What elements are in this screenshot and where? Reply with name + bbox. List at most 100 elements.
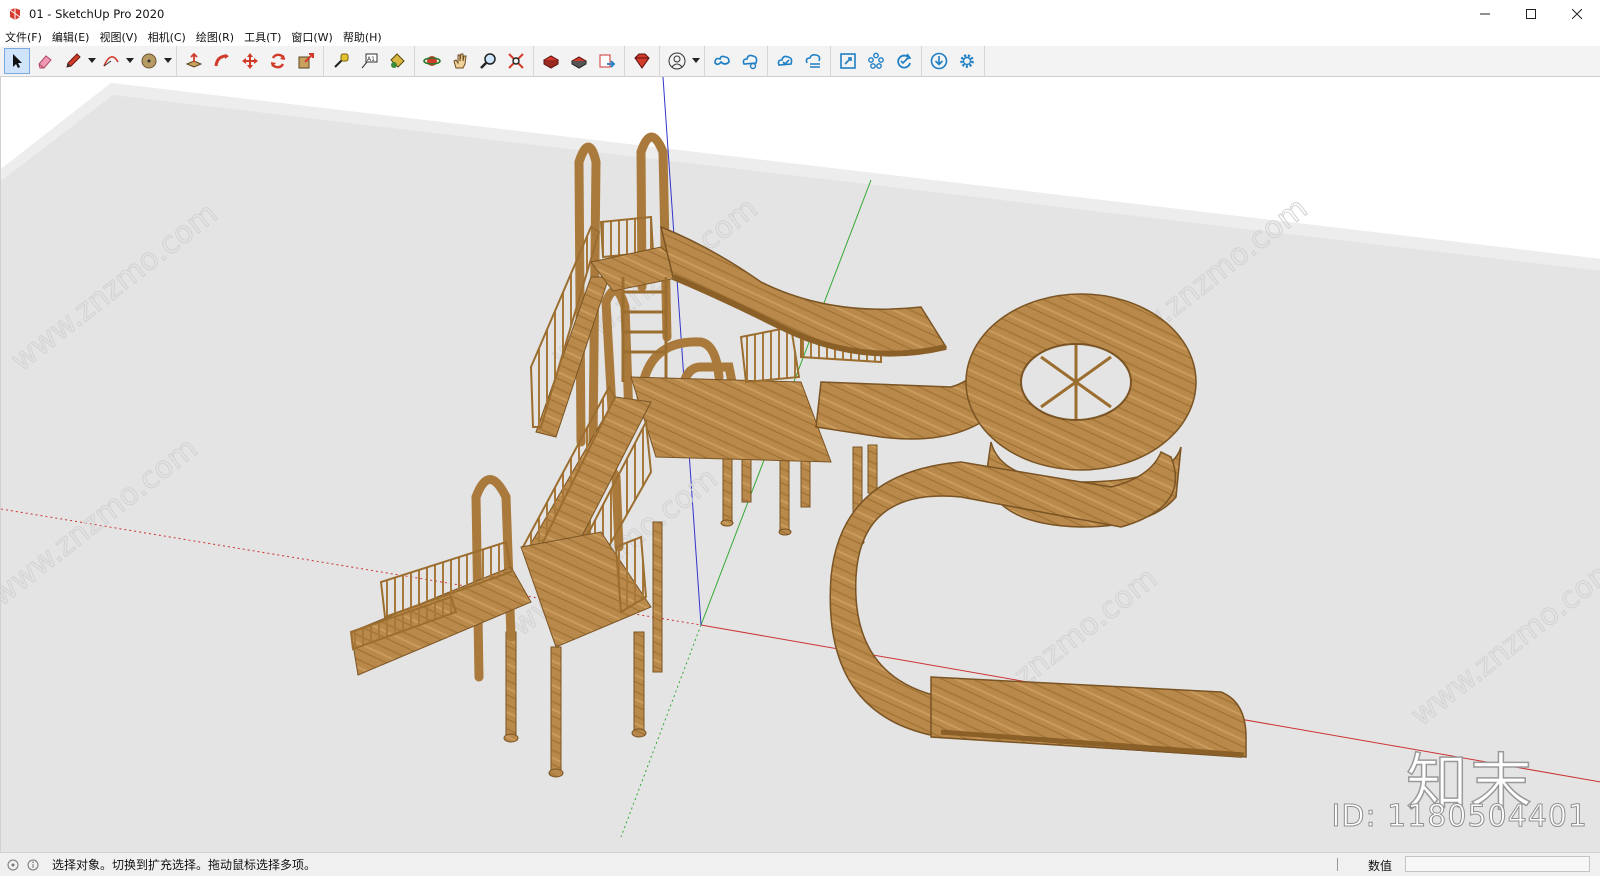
eraser-tool-button[interactable] — [32, 48, 58, 74]
scale-tool-icon — [840, 53, 856, 69]
toolbar-group-cloud — [768, 46, 831, 76]
model-viewport[interactable]: www.znzmo.com www.znzmo.com www.znzmo.co… — [0, 77, 1600, 852]
chevron-down-icon — [692, 58, 700, 63]
paint-bucket-icon — [390, 53, 405, 68]
refresh-button[interactable] — [891, 48, 917, 74]
download-button[interactable] — [926, 48, 952, 74]
chevron-down-icon — [126, 58, 134, 63]
trimble-share-icon — [742, 54, 758, 70]
toolbar-group-camera — [415, 46, 534, 76]
pencil-icon — [66, 53, 81, 68]
follow-me-tool-button[interactable] — [209, 48, 235, 74]
close-icon — [1572, 9, 1582, 19]
window-title: 01 - SketchUp Pro 2020 — [29, 7, 165, 21]
circle-tool-button[interactable] — [136, 48, 162, 74]
push-pull-tool-button[interactable] — [181, 48, 207, 74]
menu-file[interactable]: 文件(F) — [0, 29, 47, 45]
menu-window[interactable]: 窗口(W) — [286, 29, 337, 45]
arc-dropdown-button[interactable] — [125, 48, 135, 74]
menu-edit[interactable]: 编辑(E) — [47, 29, 95, 45]
3d-warehouse-icon — [542, 55, 560, 69]
text-tool-button[interactable]: A1 — [356, 48, 382, 74]
settings-icon — [960, 54, 974, 68]
circle-icon — [141, 53, 157, 69]
pencil-dropdown-button[interactable] — [87, 48, 97, 74]
trimble-connect-button[interactable] — [709, 48, 735, 74]
menu-bar: 文件(F) 编辑(E) 视图(V) 相机(C) 绘图(R) 工具(T) 窗口(W… — [0, 28, 1600, 46]
minimize-icon — [1480, 13, 1490, 15]
title-bar: 01 - SketchUp Pro 2020 — [0, 0, 1600, 28]
menu-tools[interactable]: 工具(T) — [239, 29, 286, 45]
refresh-icon — [897, 53, 912, 69]
components-button[interactable] — [863, 48, 889, 74]
rotate-tool-button[interactable] — [265, 48, 291, 74]
status-hint: 选择对象。切换到扩充选择。拖动鼠标选择多项。 — [52, 858, 317, 872]
toolbar-group-utilities — [831, 46, 922, 76]
menu-draw[interactable]: 绘图(R) — [191, 29, 239, 45]
select-icon — [13, 54, 22, 68]
extension-manager-icon — [634, 53, 650, 69]
window-controls — [1462, 0, 1600, 28]
cloud-list-icon — [805, 54, 821, 68]
minimize-button[interactable] — [1462, 0, 1508, 28]
menu-camera[interactable]: 相机(C) — [143, 29, 191, 45]
scale-icon — [298, 53, 314, 69]
scale-tool-button[interactable] — [293, 48, 319, 74]
orbit-tool-button[interactable] — [419, 48, 445, 74]
cloud-list-button[interactable] — [800, 48, 826, 74]
bottom-platform-railing — [614, 535, 648, 614]
maximize-button[interactable] — [1508, 0, 1554, 28]
main-toolbar: A1 — [0, 46, 1600, 77]
svg-text:A1: A1 — [367, 56, 375, 63]
account-dropdown-button[interactable] — [691, 48, 701, 74]
cloud-check-icon — [777, 55, 793, 66]
3d-warehouse-button[interactable] — [538, 48, 564, 74]
toolbar-group-settings — [922, 46, 985, 76]
tape-measure-tool-button[interactable] — [328, 48, 354, 74]
extension-warehouse-button[interactable] — [566, 48, 592, 74]
paint-bucket-tool-button[interactable] — [384, 48, 410, 74]
zoom-extents-tool-button[interactable] — [503, 48, 529, 74]
info-icon[interactable] — [26, 858, 40, 872]
toolbar-group-account — [660, 46, 705, 76]
components-icon — [868, 52, 884, 69]
arc-icon — [103, 56, 119, 67]
scale-figure-button[interactable] — [835, 48, 861, 74]
menu-help[interactable]: 帮助(H) — [338, 29, 387, 45]
geo-location-icon[interactable] — [6, 858, 20, 872]
pan-tool-button[interactable] — [447, 48, 473, 74]
eraser-icon — [38, 55, 52, 69]
toolbar-group-edit — [177, 46, 324, 76]
send-to-layout-icon — [599, 54, 616, 68]
select-tool-button[interactable] — [4, 48, 30, 74]
measurements-input[interactable] — [1405, 856, 1590, 872]
middle-platform — [630, 376, 832, 463]
scene-canvas: www.znzmo.com www.znzmo.com www.znzmo.co… — [1, 77, 1600, 852]
extension-manager-button[interactable] — [629, 48, 655, 74]
account-button[interactable] — [664, 48, 690, 74]
toolbar-group-extensions — [625, 46, 660, 76]
send-to-layout-button[interactable] — [594, 48, 620, 74]
rotate-icon — [270, 53, 286, 69]
tape-measure-icon — [334, 53, 349, 68]
maximize-icon — [1526, 9, 1536, 19]
status-bar: 选择对象。切换到扩充选择。拖动鼠标选择多项。 数值 — [0, 852, 1600, 876]
pencil-tool-button[interactable] — [60, 48, 86, 74]
account-icon — [668, 52, 686, 70]
toolbar-group-draw — [0, 46, 177, 76]
move-icon — [242, 53, 258, 69]
preferences-button[interactable] — [954, 48, 980, 74]
circle-dropdown-button[interactable] — [163, 48, 173, 74]
trimble-connect-icon — [714, 55, 730, 66]
follow-me-icon — [214, 54, 229, 67]
text-label-icon: A1 — [361, 53, 378, 69]
chevron-down-icon — [88, 58, 96, 63]
menu-view[interactable]: 视图(V) — [94, 29, 142, 45]
toolbar-group-warehouse — [534, 46, 625, 76]
cloud-sync-button[interactable] — [772, 48, 798, 74]
arc-tool-button[interactable] — [98, 48, 124, 74]
move-tool-button[interactable] — [237, 48, 263, 74]
close-button[interactable] — [1554, 0, 1600, 28]
zoom-tool-button[interactable] — [475, 48, 501, 74]
trimble-share-button[interactable] — [737, 48, 763, 74]
